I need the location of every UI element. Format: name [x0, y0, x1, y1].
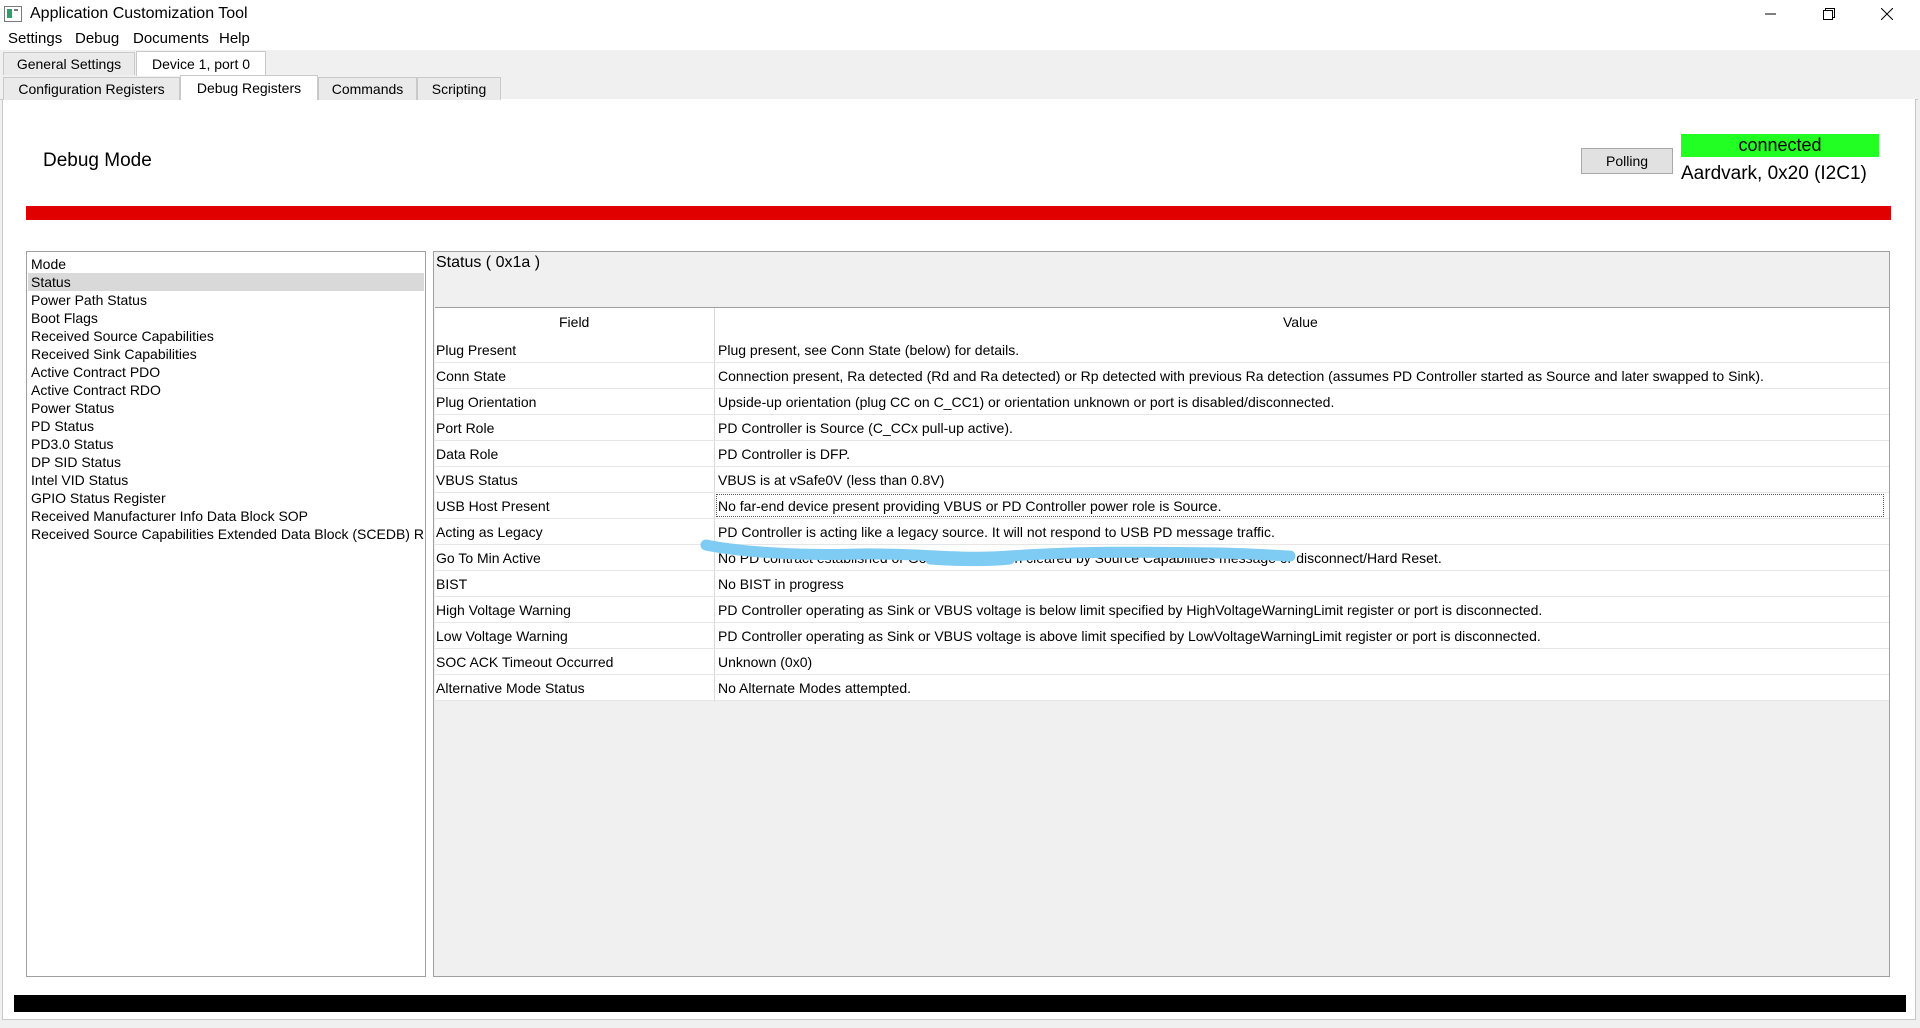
minimize-icon: [1765, 13, 1776, 15]
register-list-item[interactable]: Received Sink Capabilities: [31, 345, 421, 363]
focus-rectangle: [716, 494, 1884, 517]
register-list-item[interactable]: Status: [28, 273, 424, 291]
field-cell: Data Role: [436, 446, 499, 462]
field-cell: SOC ACK Timeout Occurred: [436, 654, 614, 670]
register-list-item[interactable]: PD3.0 Status: [31, 435, 421, 453]
register-list-item[interactable]: Power Path Status: [31, 291, 421, 309]
value-cell: No Alternate Modes attempted.: [718, 680, 911, 696]
value-cell: Unknown (0x0): [718, 654, 813, 670]
value-cell: PD Controller operating as Sink or VBUS …: [718, 628, 1541, 644]
table-row[interactable]: SOC ACK Timeout Occurred Unknown (0x0): [435, 649, 1889, 675]
field-cell: Plug Orientation: [436, 394, 537, 410]
table-row[interactable]: Low Voltage Warning PD Controller operati…: [435, 623, 1889, 649]
register-list-item[interactable]: Boot Flags: [31, 309, 421, 327]
fields-table: Field Value Plug Present Plug present, se…: [435, 307, 1889, 702]
value-cell: PD Controller operating as Sink or VBUS …: [718, 602, 1543, 618]
field-cell: USB Host Present: [436, 498, 550, 514]
restore-button[interactable]: [1800, 0, 1858, 28]
value-cell: PD Controller is acting like a legacy so…: [718, 524, 1275, 540]
menu-bar: Settings Debug Documents Help: [0, 28, 1920, 50]
page-title: Debug Mode: [43, 150, 152, 171]
table-row[interactable]: High Voltage Warning PD Controller operat…: [435, 597, 1889, 623]
tab-general-settings[interactable]: General Settings: [3, 52, 135, 75]
register-list-item[interactable]: Received Manufacturer Info Data Block SO…: [31, 507, 421, 525]
register-list-item[interactable]: Intel VID Status: [31, 471, 421, 489]
menu-settings[interactable]: Settings: [8, 30, 62, 47]
table-row[interactable]: Conn State Connection present, Ra detecte…: [435, 363, 1889, 389]
register-list-item[interactable]: Active Contract RDO: [31, 381, 421, 399]
table-row[interactable]: Go To Min Active No PD contract establish…: [435, 545, 1889, 571]
close-button[interactable]: [1858, 0, 1916, 28]
panel-title: Status ( 0x1a ): [436, 254, 541, 271]
window-title: Application Customization Tool: [30, 5, 248, 22]
table-row[interactable]: Alternative Mode Status No Alternate Mode…: [435, 675, 1889, 701]
menu-help[interactable]: Help: [219, 30, 250, 47]
tab-commands[interactable]: Commands: [318, 77, 417, 100]
field-cell: Port Role: [436, 420, 495, 436]
connection-status-badge: connected: [1681, 134, 1879, 157]
title-bar: Application Customization Tool: [0, 0, 1920, 28]
table-row[interactable]: Acting as Legacy PD Controller is acting …: [435, 519, 1889, 545]
value-cell: No BIST in progress: [718, 576, 844, 592]
field-cell: BIST: [436, 576, 468, 592]
table-row[interactable]: USB Host Present No far-end device presen…: [435, 493, 1889, 519]
register-list-item[interactable]: Mode: [31, 255, 421, 273]
value-cell: PD Controller is DFP.: [718, 446, 851, 462]
value-cell: Upside-up orientation (plug CC on C_CC1)…: [718, 394, 1335, 410]
menu-debug[interactable]: Debug: [75, 30, 119, 47]
value-cell: PD Controller is Source (C_CCx pull-up a…: [718, 420, 1013, 436]
value-cell: No PD contract established or GotoMin ha…: [718, 550, 1442, 566]
register-list-item[interactable]: Received Source Capabilities: [31, 327, 421, 345]
register-list-item[interactable]: GPIO Status Register: [31, 489, 421, 507]
table-row[interactable]: VBUS Status VBUS is at vSafe0V (less than…: [435, 467, 1889, 493]
table-row[interactable]: Data Role PD Controller is DFP.: [435, 441, 1889, 467]
field-cell: Alternative Mode Status: [436, 680, 585, 696]
tab-scripting[interactable]: Scripting: [417, 77, 501, 100]
value-cell: Plug present, see Conn State (below) for…: [718, 342, 1020, 358]
connection-info: Aardvark, 0x20 (I2C1): [1681, 163, 1867, 184]
field-cell: Go To Min Active: [436, 550, 541, 566]
tab-configuration-registers[interactable]: Configuration Registers: [3, 77, 180, 100]
bottom-status-bar: [14, 995, 1906, 1012]
header-field: Field: [559, 314, 590, 330]
tab-device-1-port-0[interactable]: Device 1, port 0: [136, 51, 266, 76]
tab-debug-registers[interactable]: Debug Registers: [180, 75, 318, 100]
field-cell: Acting as Legacy: [436, 524, 543, 540]
table-row[interactable]: Plug Present Plug present, see Conn State…: [435, 337, 1889, 363]
field-cell: High Voltage Warning: [436, 602, 571, 618]
polling-button[interactable]: Polling: [1581, 148, 1673, 174]
register-list-item[interactable]: Received Source Capabilities Extended Da…: [31, 525, 424, 543]
minimize-button[interactable]: [1742, 0, 1800, 28]
table-row[interactable]: Plug Orientation Upside-up orientation (p…: [435, 389, 1889, 415]
field-cell: Conn State: [436, 368, 507, 384]
field-cell: Low Voltage Warning: [436, 628, 568, 644]
restore-icon: [1823, 8, 1835, 20]
field-cell: Plug Present: [436, 342, 517, 358]
register-list-item[interactable]: Power Status: [31, 399, 421, 417]
register-list[interactable]: Mode Status Power Path Status Boot Flags Rec…: [26, 251, 426, 977]
table-row[interactable]: BIST No BIST in progress: [435, 571, 1889, 597]
close-icon: [1881, 8, 1893, 20]
app-icon: [4, 6, 22, 22]
value-cell: VBUS is at vSafe0V (less than 0.8V): [718, 472, 945, 488]
header-value: Value: [1283, 314, 1318, 330]
status-bar-red: [26, 206, 1891, 220]
register-list-item[interactable]: Active Contract PDO: [31, 363, 421, 381]
value-cell: Connection present, Ra detected (Rd and …: [718, 368, 1764, 384]
register-list-item[interactable]: DP SID Status: [31, 453, 421, 471]
register-detail-panel: Status ( 0x1a ) Field Value Plug Present…: [433, 251, 1890, 977]
field-cell: VBUS Status: [436, 472, 518, 488]
menu-documents[interactable]: Documents: [133, 30, 209, 47]
table-row[interactable]: Port Role PD Controller is Source (C_CCx …: [435, 415, 1889, 441]
register-list-item[interactable]: PD Status: [31, 417, 421, 435]
